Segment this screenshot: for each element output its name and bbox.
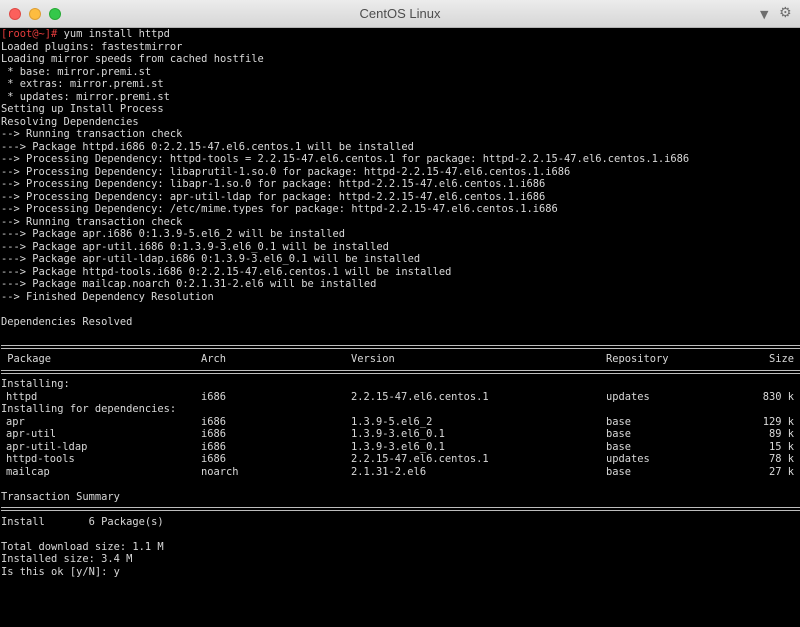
- log-line: * updates: mirror.premi.st: [1, 90, 170, 103]
- confirm-prompt: Is this ok [y/N]:: [1, 565, 114, 578]
- table-row: apr-util-ldap i686 1.3.9-3.el6_0.1 base 15 k: [1, 441, 800, 454]
- cell-repository: base: [606, 415, 632, 428]
- cell-size: 129 k: [762, 415, 794, 428]
- installed-size-line: Installed size: 3.4 M: [1, 553, 133, 565]
- cell-version: 2.2.15-47.el6.centos.1: [351, 390, 489, 403]
- table-divider: [1, 503, 800, 516]
- cell-package: apr-util-ldap: [6, 440, 88, 453]
- log-line: --> Processing Dependency: apr-util-ldap…: [1, 190, 546, 203]
- cell-arch: i686: [201, 440, 227, 453]
- deps-label: Installing for dependencies:: [1, 403, 177, 415]
- log-line: --> Processing Dependency: /etc/mime.typ…: [1, 203, 558, 215]
- table-row: httpd-tools i686 2.2.15-47.el6.centos.1 upd…: [1, 453, 800, 466]
- title-bar: CentOS Linux ▼ ⚙: [0, 0, 800, 28]
- summary-heading: Transaction Summary: [1, 490, 120, 503]
- cell-repository: updates: [606, 453, 650, 465]
- header-version: Version: [351, 353, 395, 365]
- header-arch: Arch: [201, 353, 227, 365]
- cell-arch: i686: [201, 415, 227, 428]
- cell-repository: base: [606, 465, 632, 478]
- terminal-output[interactable]: [root@~]# yum install httpd Loaded plugi…: [0, 28, 800, 627]
- cell-arch: i686: [201, 453, 227, 465]
- cell-repository: base: [606, 428, 632, 440]
- log-line: Resolving Dependencies: [1, 115, 139, 128]
- table-row: mailcap noarch 2.1.31-2.el6 base 27 k: [1, 466, 800, 479]
- header-repository: Repository: [606, 353, 669, 365]
- table-row: apr i686 1.3.9-5.el6_2 base 129 k: [1, 416, 800, 429]
- log-line: ---> Package apr-util.i686 0:1.3.9-3.el6…: [1, 240, 389, 253]
- log-line: Dependencies Resolved: [1, 315, 133, 328]
- installing-list: httpd i686 2.2.15-47.el6.centos.1 updates 83…: [1, 391, 800, 404]
- cell-size: 830 k: [762, 390, 794, 403]
- log-line: --> Processing Dependency: httpd-tools =…: [1, 153, 690, 165]
- gear-icon[interactable]: ⚙: [779, 5, 792, 21]
- cell-version: 1.3.9-3.el6_0.1: [351, 428, 445, 440]
- cell-package: httpd: [6, 390, 38, 403]
- shell-prompt: [root@~]#: [1, 28, 64, 40]
- cell-size: 78 k: [768, 453, 794, 465]
- log-line: * base: mirror.premi.st: [1, 65, 152, 78]
- cell-size: 89 k: [768, 428, 794, 440]
- log-line: ---> Package apr-util-ldap.i686 0:1.3.9-…: [1, 253, 421, 265]
- log-line: Loading mirror speeds from cached hostfi…: [1, 53, 264, 65]
- chevron-down-icon[interactable]: ▼: [760, 8, 768, 21]
- cell-version: 1.3.9-3.el6_0.1: [351, 440, 445, 453]
- cell-arch: noarch: [201, 465, 239, 478]
- log-line: ---> Package mailcap.noarch 0:2.1.31-2.e…: [1, 278, 377, 290]
- log-line: --> Processing Dependency: libaprutil-1.…: [1, 165, 571, 178]
- download-size-line: Total download size: 1.1 M: [1, 540, 164, 553]
- log-line: --> Running transaction check: [1, 128, 183, 140]
- cell-package: mailcap: [6, 465, 50, 478]
- log-line: --> Processing Dependency: libapr-1.so.0…: [1, 178, 546, 190]
- terminal-window: CentOS Linux ▼ ⚙ [root@~]# yum install h…: [0, 0, 800, 627]
- log-line: --> Finished Dependency Resolution: [1, 290, 214, 303]
- install-count-line: Install 6 Package(s): [1, 515, 164, 528]
- log-line: ---> Package apr.i686 0:1.3.9-5.el6_2 wi…: [1, 228, 346, 240]
- table-row: apr-util i686 1.3.9-3.el6_0.1 base 89 k: [1, 428, 800, 441]
- cell-arch: i686: [201, 390, 227, 403]
- cell-arch: i686: [201, 428, 227, 440]
- confirm-line[interactable]: Is this ok [y/N]: y: [1, 566, 800, 579]
- command-text: yum install httpd: [63, 28, 170, 40]
- log-line: ---> Package httpd-tools.i686 0:2.2.15-4…: [1, 265, 452, 278]
- log-line: --> Running transaction check: [1, 215, 183, 228]
- window-title: CentOS Linux: [359, 6, 441, 21]
- cell-package: apr-util: [6, 428, 57, 440]
- table-divider: [1, 341, 800, 354]
- header-package: Package: [1, 353, 52, 365]
- cell-version: 2.1.31-2.el6: [351, 465, 427, 478]
- table-divider: [1, 366, 800, 379]
- log-line: Setting up Install Process: [1, 103, 164, 115]
- log-line: * extras: mirror.premi.st: [1, 78, 164, 90]
- cell-version: 2.2.15-47.el6.centos.1: [351, 453, 489, 465]
- table-header: Package Arch Version Repository Size: [1, 353, 800, 366]
- cell-repository: updates: [606, 390, 650, 403]
- install-log: Loaded plugins: fastestmirror Loading mir…: [1, 41, 800, 341]
- command-line: [root@~]# yum install httpd: [1, 28, 800, 41]
- table-row: httpd i686 2.2.15-47.el6.centos.1 updates 83…: [1, 391, 800, 404]
- dependencies-list: apr i686 1.3.9-5.el6_2 base 129 k apr-util i68…: [1, 416, 800, 479]
- cell-repository: base: [606, 440, 632, 453]
- confirm-answer[interactable]: y: [114, 566, 120, 578]
- cell-size: 27 k: [768, 465, 794, 478]
- log-line: ---> Package httpd.i686 0:2.2.15-47.el6.…: [1, 140, 414, 153]
- log-line: Loaded plugins: fastestmirror: [1, 40, 183, 53]
- cell-package: httpd-tools: [6, 453, 75, 465]
- header-size: Size: [768, 353, 794, 365]
- installing-label: Installing:: [1, 378, 70, 390]
- cell-size: 15 k: [768, 440, 794, 453]
- cell-package: apr: [6, 415, 25, 428]
- cell-version: 1.3.9-5.el6_2: [351, 415, 433, 428]
